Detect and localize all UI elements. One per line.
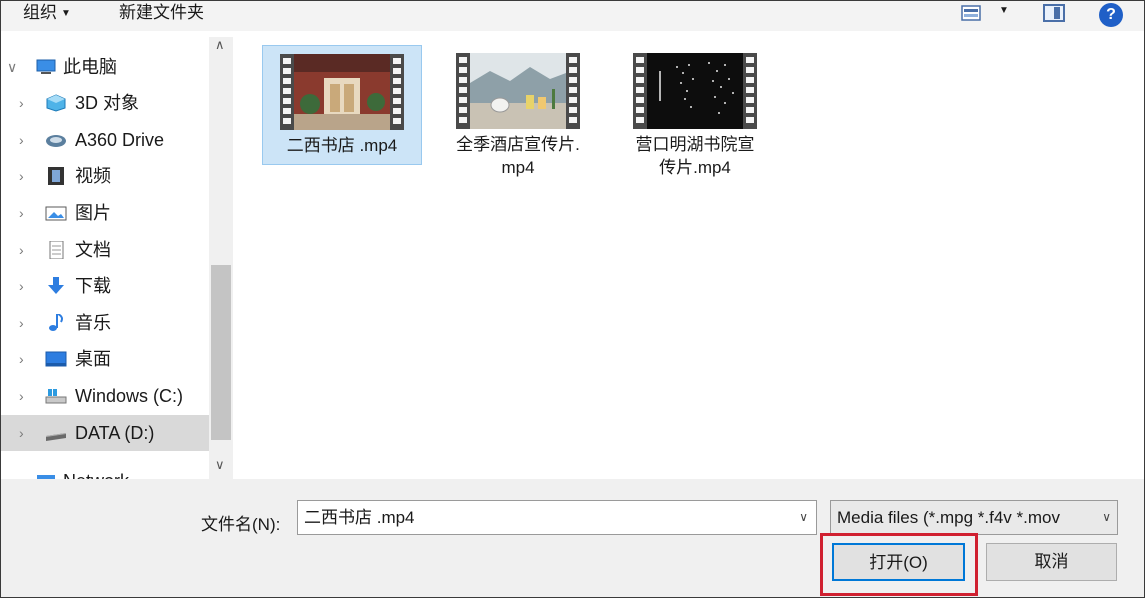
thumbnail-image xyxy=(470,53,566,129)
chevron-right-icon[interactable]: › xyxy=(19,122,24,158)
cube-icon xyxy=(46,94,66,112)
file-type-select[interactable]: Media files (*.mpg *.f4v *.mov ∨ xyxy=(830,500,1118,535)
chevron-right-icon[interactable]: › xyxy=(19,85,24,121)
nav-item-label: DATA (D:) xyxy=(75,423,155,443)
nav-item-a360-drive[interactable]: › A360 Drive xyxy=(1,122,211,158)
nav-item-3d-objects[interactable]: › 3D 对象 xyxy=(1,85,211,121)
nav-item-network[interactable]: › Network xyxy=(1,463,211,479)
file-name: 营口明湖书院宣 传片.mp4 xyxy=(616,133,774,179)
preview-pane-icon[interactable] xyxy=(1043,4,1065,22)
video-thumbnail xyxy=(280,54,404,130)
thumbnail-image xyxy=(647,53,743,129)
nav-item-label: 图片 xyxy=(75,203,111,223)
file-name-line: mp4 xyxy=(501,158,535,177)
nav-item-label: 下载 xyxy=(75,276,111,296)
nav-item-label: A360 Drive xyxy=(75,130,165,150)
desktop-icon xyxy=(45,351,67,367)
nav-item-label: 此电脑 xyxy=(63,57,117,77)
filename-input[interactable]: 二西书店 .mp4 ∨ xyxy=(297,500,817,535)
chevron-right-icon[interactable]: › xyxy=(19,195,24,231)
nav-item-desktop[interactable]: › 桌面 xyxy=(1,341,211,377)
chevron-down-icon[interactable]: ∨ xyxy=(799,501,808,534)
nav-item-videos[interactable]: › 视频 xyxy=(1,158,211,194)
nav-item-downloads[interactable]: › 下载 xyxy=(1,268,211,304)
film-strip xyxy=(566,53,580,129)
file-name-line: 营口明湖书院宣 xyxy=(635,135,755,154)
view-options-chevron-icon[interactable]: ▼ xyxy=(999,5,1009,16)
film-strip xyxy=(633,53,647,129)
scroll-down-icon[interactable]: ∨ xyxy=(215,457,225,473)
file-item[interactable]: 二西书店 .mp4 xyxy=(262,45,422,165)
video-thumbnail xyxy=(456,53,580,129)
file-name: 二西书店 .mp4 xyxy=(263,134,421,157)
toolbar: 组织 ▼ 新建文件夹 ▼ ? xyxy=(1,1,1144,31)
drive-c-icon xyxy=(45,389,67,404)
chevron-right-icon[interactable]: › xyxy=(19,341,24,377)
picture-icon xyxy=(45,206,67,221)
chevron-right-icon[interactable]: › xyxy=(19,158,24,194)
nav-item-label: 3D 对象 xyxy=(75,93,140,113)
drive-d-icon xyxy=(46,433,66,441)
film-strip xyxy=(743,53,757,129)
nav-item-documents[interactable]: › 文档 xyxy=(1,232,211,268)
thumbnail-image xyxy=(294,54,390,130)
nav-item-this-pc[interactable]: ∨ 此电脑 xyxy=(1,49,211,85)
dialog-footer: 文件名(N): 二西书店 .mp4 ∨ Media files (*.mpg *… xyxy=(1,479,1144,597)
film-strip xyxy=(390,54,404,130)
chevron-down-icon: ▼ xyxy=(61,8,71,19)
nav-item-label: 桌面 xyxy=(75,349,111,369)
music-icon xyxy=(49,314,63,331)
nav-item-label: 文档 xyxy=(75,240,111,260)
chevron-right-icon[interactable]: › xyxy=(19,378,24,414)
nav-item-data-d[interactable]: › DATA (D:) xyxy=(1,415,211,451)
file-name-line: 传片.mp4 xyxy=(659,158,731,177)
organize-button[interactable]: 组织 ▼ xyxy=(23,2,71,26)
file-name-line: 全季酒店宣传片. xyxy=(456,135,580,154)
nav-item-label: Network xyxy=(63,463,129,479)
document-icon xyxy=(49,241,64,259)
video-icon xyxy=(48,167,64,185)
view-options-icon[interactable] xyxy=(961,5,981,21)
file-type-value: Media files (*.mpg *.f4v *.mov xyxy=(837,508,1060,527)
file-name: 全季酒店宣传片. mp4 xyxy=(439,133,597,179)
file-name-line: 二西书店 .mp4 xyxy=(286,136,398,155)
download-icon xyxy=(48,277,64,294)
file-item[interactable]: 全季酒店宣传片. mp4 xyxy=(439,45,599,177)
film-strip xyxy=(280,54,294,130)
scroll-thumb[interactable] xyxy=(211,265,231,440)
chevron-down-icon[interactable]: ∨ xyxy=(1099,501,1111,534)
file-item[interactable]: 营口明湖书院宣 传片.mp4 xyxy=(616,45,776,177)
network-icon xyxy=(37,475,55,479)
scroll-up-icon[interactable]: ∧ xyxy=(215,37,225,53)
new-folder-button[interactable]: 新建文件夹 xyxy=(119,2,204,26)
chevron-down-icon[interactable]: ∨ xyxy=(7,49,17,85)
filename-label: 文件名(N): xyxy=(201,515,281,534)
help-icon[interactable]: ? xyxy=(1099,3,1123,27)
open-file-dialog: 组织 ▼ 新建文件夹 ▼ ? ∨ 此电脑 › 3D 对象 › A360 Driv… xyxy=(0,0,1145,598)
nav-item-label: 音乐 xyxy=(75,313,111,333)
nav-item-windows-c[interactable]: › Windows (C:) xyxy=(1,378,211,414)
film-strip xyxy=(456,53,470,129)
chevron-right-icon[interactable]: › xyxy=(19,305,24,341)
nav-item-music[interactable]: › 音乐 xyxy=(1,305,211,341)
chevron-right-icon[interactable]: › xyxy=(19,232,24,268)
chevron-right-icon[interactable]: › xyxy=(19,268,24,304)
file-list: 二西书店 .mp4 全季酒店宣传片. mp4 营口明湖书院宣 传片.mp4 xyxy=(239,37,1139,479)
filename-value: 二西书店 .mp4 xyxy=(304,508,415,527)
chevron-right-icon[interactable]: › xyxy=(19,463,24,479)
cloud-drive-icon xyxy=(46,135,66,147)
nav-scrollbar[interactable]: ∧ ∨ xyxy=(209,37,233,479)
chevron-right-icon[interactable]: › xyxy=(19,415,24,451)
nav-item-label: 视频 xyxy=(75,166,111,186)
organize-label: 组织 xyxy=(23,3,57,22)
cancel-button[interactable]: 取消 xyxy=(986,543,1117,581)
video-thumbnail xyxy=(633,53,757,129)
nav-item-pictures[interactable]: › 图片 xyxy=(1,195,211,231)
open-button[interactable]: 打开(O) xyxy=(832,543,965,581)
pc-icon xyxy=(36,59,56,74)
navigation-pane: ∨ 此电脑 › 3D 对象 › A360 Drive › 视频 › 图片 › 文… xyxy=(1,37,233,479)
nav-item-label: Windows (C:) xyxy=(75,386,184,406)
